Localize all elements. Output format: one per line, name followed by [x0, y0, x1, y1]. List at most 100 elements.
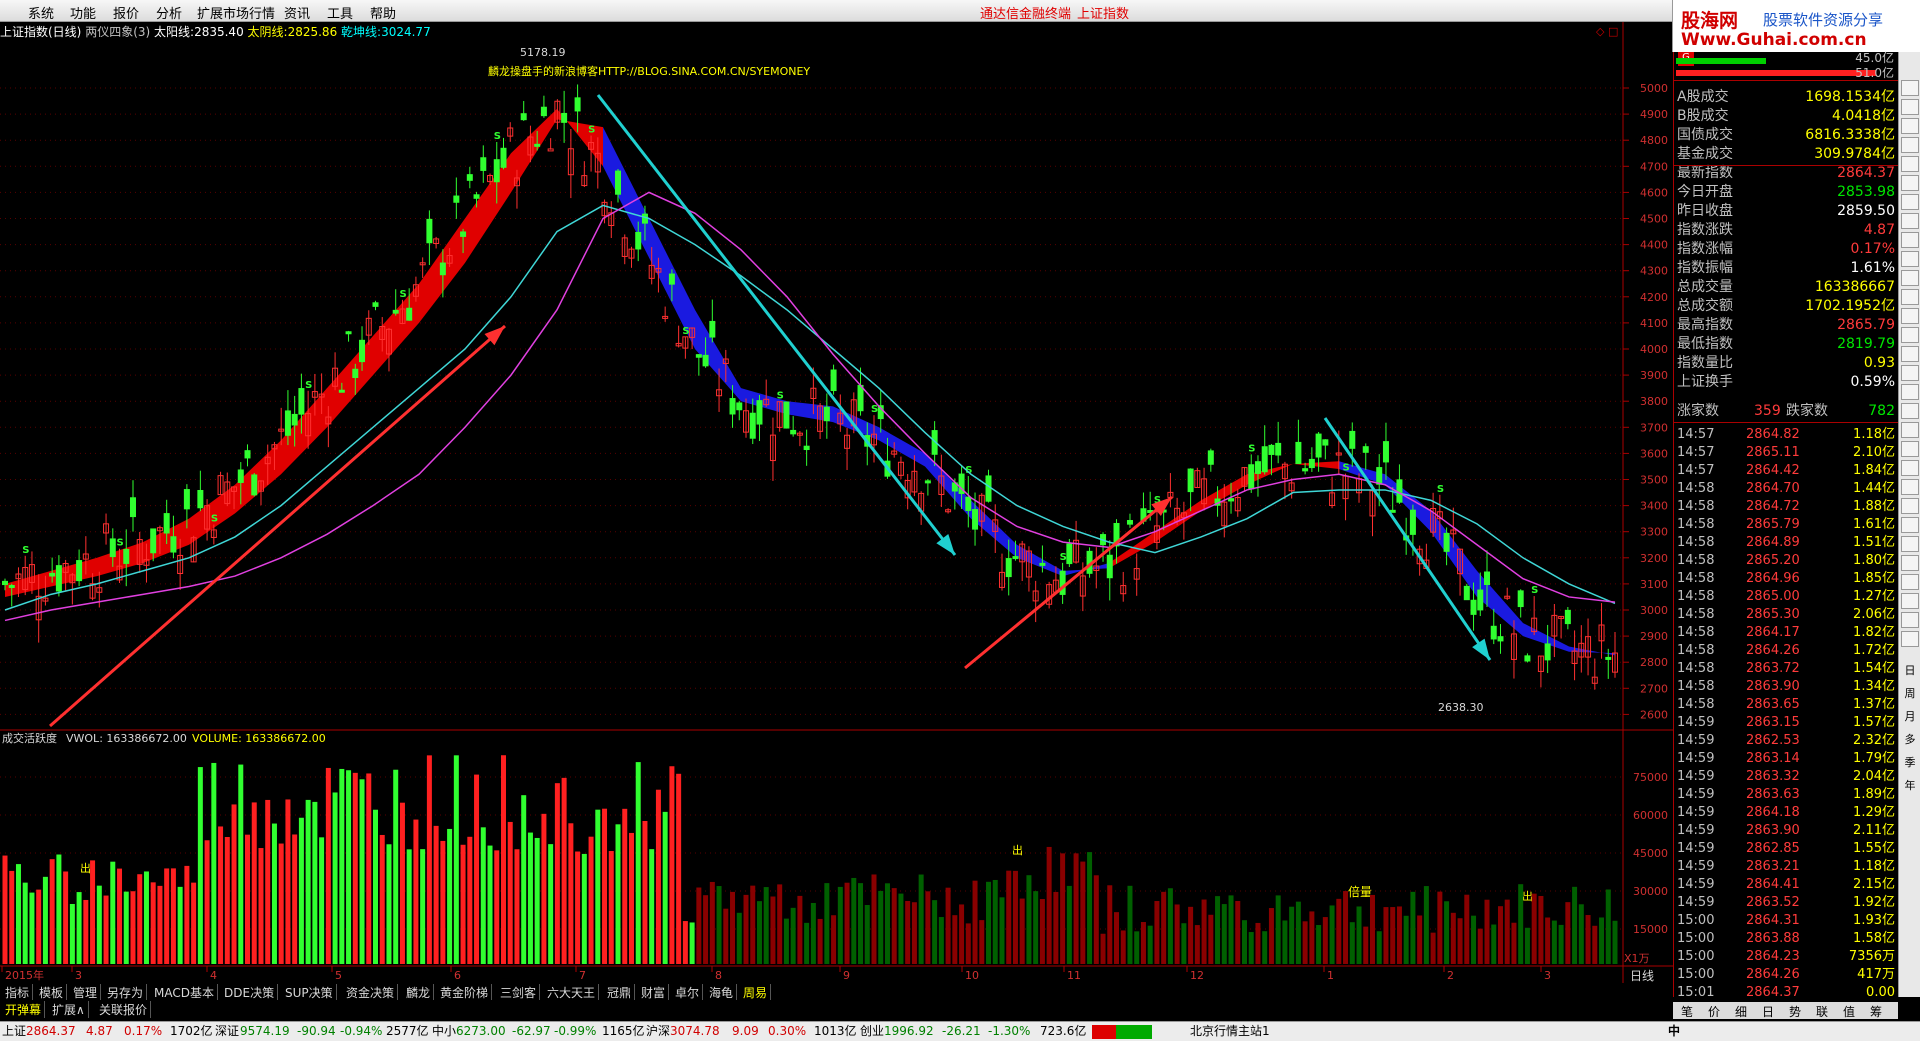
volume-bar: [1531, 893, 1537, 964]
sh-label[interactable]: 上证: [2, 1022, 26, 1041]
hs-label[interactable]: 沪深: [646, 1022, 670, 1041]
tool-button[interactable]: [1901, 194, 1919, 210]
indicator-tab[interactable]: 黄金阶梯: [437, 984, 493, 1001]
volume-bar: [76, 892, 82, 964]
indicator-tab[interactable]: MACD基本: [151, 984, 218, 1001]
tool-button[interactable]: [1901, 99, 1919, 115]
indicator-tab[interactable]: 指标: [2, 984, 34, 1001]
tool-button[interactable]: [1901, 517, 1919, 533]
function-tab[interactable]: 扩展∧: [49, 1001, 89, 1018]
indicator-tab[interactable]: 管理: [70, 984, 102, 1001]
volume-bar: [90, 860, 96, 964]
indicator-tab[interactable]: 财富: [638, 984, 670, 1001]
tool-button[interactable]: [1901, 403, 1919, 419]
tool-button[interactable]: [1901, 80, 1919, 96]
stat-value: 1698.1534亿: [1805, 89, 1895, 105]
volume-bar: [1369, 894, 1375, 964]
volume-bar: [1511, 922, 1517, 964]
quote-tab[interactable]: 日: [1762, 1003, 1774, 1020]
tool-button[interactable]: [1901, 251, 1919, 267]
tool-button[interactable]: [1901, 555, 1919, 571]
indicator-tab[interactable]: 模板: [36, 984, 68, 1001]
uptrend-arrow-2: [964, 495, 1173, 670]
function-tab[interactable]: 开弹幕: [2, 1001, 46, 1018]
ime-indicator[interactable]: 中: [1668, 1022, 1680, 1041]
period-button[interactable]: 多: [1901, 731, 1919, 747]
candle-body: [426, 218, 433, 244]
indicator-tab[interactable]: 另存为: [104, 984, 148, 1001]
tool-button[interactable]: [1901, 612, 1919, 628]
cy-label[interactable]: 创业: [860, 1022, 884, 1041]
tool-button[interactable]: [1901, 631, 1919, 647]
tick-row: 14:58 2864.89 1.51亿: [1674, 534, 1899, 552]
stat-row: 指数量比 0.93: [1674, 354, 1899, 373]
tool-button[interactable]: [1901, 593, 1919, 609]
tool-button[interactable]: [1901, 346, 1919, 362]
period-button[interactable]: 年: [1901, 777, 1919, 793]
quote-tab[interactable]: 细: [1735, 1003, 1747, 1020]
tool-button[interactable]: [1901, 460, 1919, 476]
tool-button[interactable]: [1901, 574, 1919, 590]
volume-bar: [150, 882, 156, 964]
function-tab[interactable]: 关联报价: [96, 1001, 152, 1018]
quote-tab[interactable]: 势: [1789, 1003, 1801, 1020]
tool-button[interactable]: [1901, 308, 1919, 324]
tool-button[interactable]: [1901, 270, 1919, 286]
candle-body: [1322, 439, 1329, 446]
period-button[interactable]: 月: [1901, 708, 1919, 724]
tool-button[interactable]: [1901, 137, 1919, 153]
candle-body: [985, 475, 992, 502]
tick-price: 2863.14: [1746, 751, 1800, 766]
quote-tab[interactable]: 笔: [1681, 1003, 1693, 1020]
quote-tab[interactable]: 值: [1843, 1003, 1855, 1020]
zx-label[interactable]: 中小: [432, 1022, 456, 1041]
volume-bar: [952, 915, 958, 964]
tool-button[interactable]: [1901, 536, 1919, 552]
down-label: 跌家数: [1786, 403, 1828, 419]
quote-tab[interactable]: 价: [1708, 1003, 1720, 1020]
indicator-tab[interactable]: 麟龙: [403, 984, 435, 1001]
indicator-tab[interactable]: DDE决策: [221, 984, 279, 1001]
indicator-tab[interactable]: 冠鼎: [604, 984, 636, 1001]
tool-button[interactable]: [1901, 422, 1919, 438]
price-tick-label: 4300: [1640, 265, 1668, 278]
quote-tab[interactable]: 筹: [1870, 1003, 1882, 1020]
stat-label: 指数涨幅: [1677, 241, 1733, 257]
tool-button[interactable]: [1901, 289, 1919, 305]
volume-bar: [581, 853, 587, 964]
indicator-tab[interactable]: 资金决策: [343, 984, 399, 1001]
period-button[interactable]: 周: [1901, 685, 1919, 701]
period-button[interactable]: 日: [1901, 662, 1919, 678]
indicator-tab[interactable]: 周易: [740, 984, 772, 1001]
tool-button[interactable]: [1901, 441, 1919, 457]
volume-bar: [891, 888, 897, 964]
kline-chart[interactable]: SSSSSSSSSSSSSSSSS 5178.192638.30麟龙操盘手的新浪…: [0, 0, 1673, 983]
indicator-tab[interactable]: 海龟: [706, 984, 738, 1001]
indicator-tab[interactable]: SUP决策: [282, 984, 337, 1001]
sz-label[interactable]: 深证: [215, 1022, 239, 1041]
s-signal: S: [871, 404, 878, 415]
tool-button[interactable]: [1901, 384, 1919, 400]
tool-button[interactable]: [1901, 327, 1919, 343]
tool-button[interactable]: [1901, 365, 1919, 381]
month-label: 3: [1544, 969, 1551, 982]
candle-body: [150, 528, 157, 554]
tool-button[interactable]: [1901, 479, 1919, 495]
indicator-tab[interactable]: 六大天王: [544, 984, 600, 1001]
server-name[interactable]: 北京行情主站1: [1190, 1022, 1270, 1041]
tool-button[interactable]: [1901, 156, 1919, 172]
tool-button[interactable]: [1901, 118, 1919, 134]
s-signal: S: [399, 289, 406, 300]
volume-bar: [1268, 908, 1274, 964]
tool-button[interactable]: [1901, 232, 1919, 248]
tick-row: 14:57 2864.82 1.18亿: [1674, 426, 1899, 444]
volume-bar: [568, 823, 574, 964]
indicator-tab[interactable]: 卓尔: [672, 984, 704, 1001]
volume-bar: [1349, 922, 1355, 964]
quote-tab[interactable]: 联: [1816, 1003, 1828, 1020]
tool-button[interactable]: [1901, 213, 1919, 229]
tool-button[interactable]: [1901, 498, 1919, 514]
tool-button[interactable]: [1901, 175, 1919, 191]
period-button[interactable]: 季: [1901, 754, 1919, 770]
indicator-tab[interactable]: 三剑客: [497, 984, 541, 1001]
